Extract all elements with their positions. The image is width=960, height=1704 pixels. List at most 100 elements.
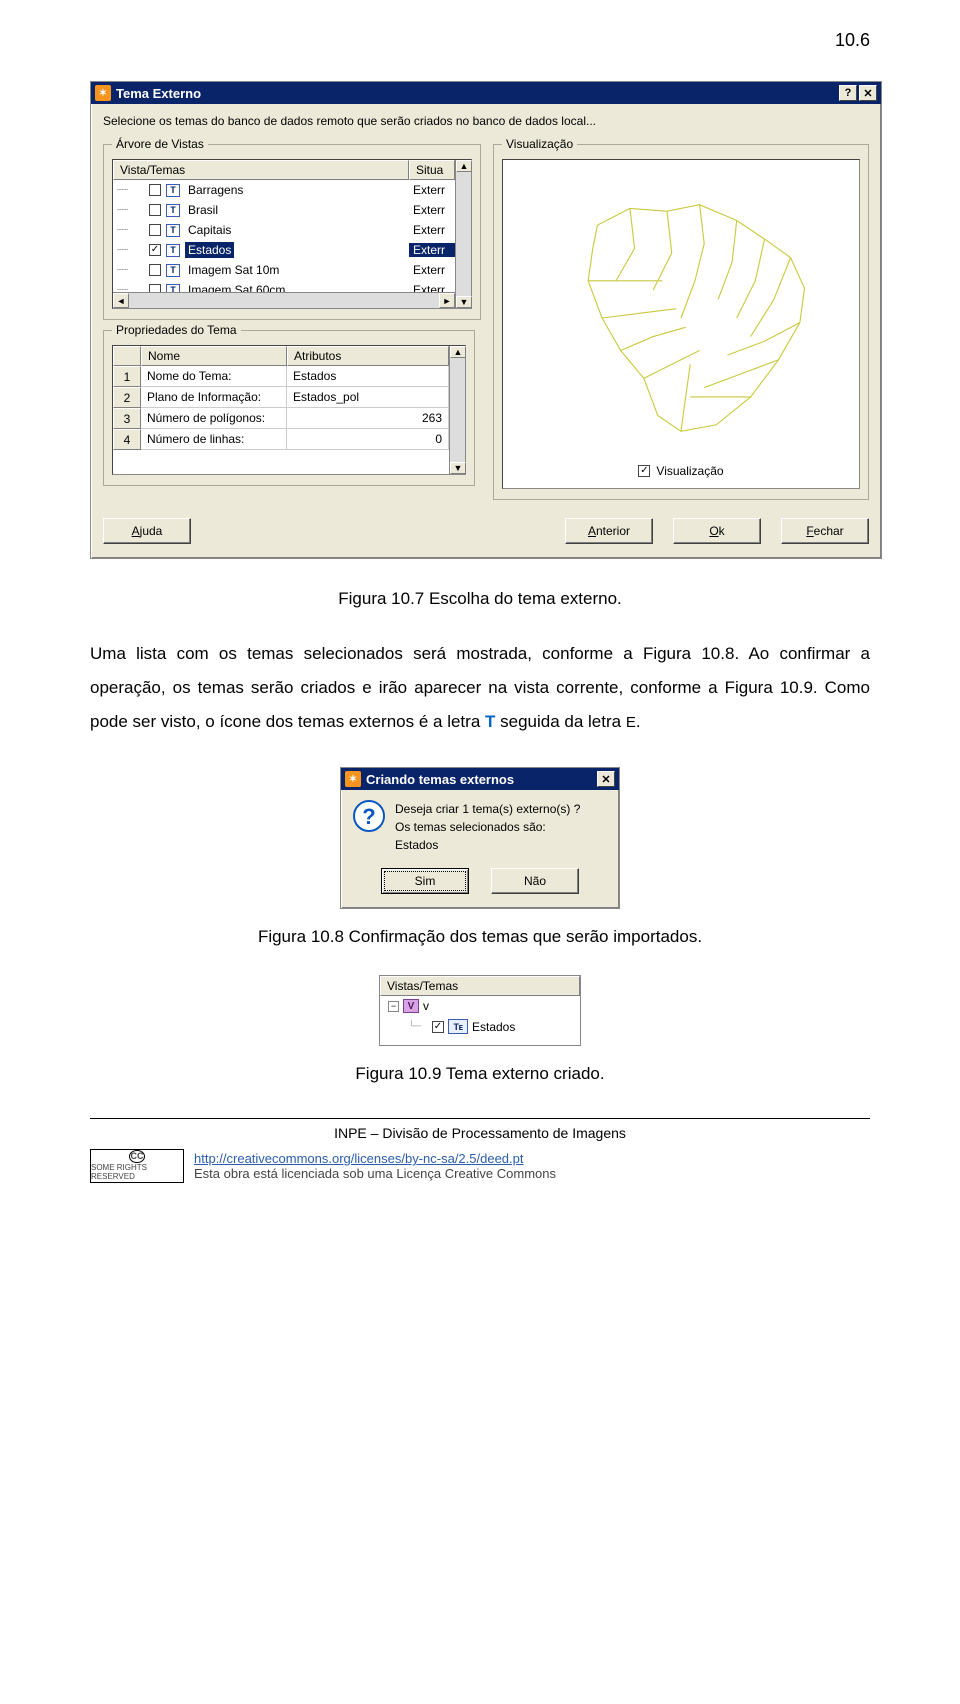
theme-checkbox[interactable] (149, 184, 161, 196)
tree-root-node[interactable]: − V v (380, 996, 580, 1016)
vistas-temas-panel: Vistas/Temas − V v └─ ✓ Tᴇ Estados (379, 975, 581, 1046)
row-header: 3 (113, 408, 141, 429)
theme-checkbox[interactable] (149, 284, 161, 292)
props-table: Nome Atributos 1Nome do Tema:Estados2Pla… (112, 345, 466, 475)
question-icon: ? (353, 800, 385, 832)
tree-row[interactable]: ┈┈ T Brasil Exterr (113, 200, 455, 220)
tree-line-icon: ┈┈ (117, 185, 147, 196)
body-paragraph: Uma lista com os temas selecionados será… (90, 637, 870, 739)
confirm-titlebar: ✶ Criando temas externos ✕ (341, 768, 619, 790)
scroll-down-icon[interactable]: ▼ (456, 296, 472, 308)
viz-checkbox[interactable]: ✓ (638, 465, 650, 477)
tree-row[interactable]: ┈┈TCapitaisExterr (113, 220, 455, 240)
tree-hscrollbar[interactable]: ◄ ► (113, 292, 455, 308)
dialog-titlebar: ✶ Tema Externo ? ✕ (91, 82, 881, 104)
tree-table: Vista/Temas Situa ┈┈TBarragensExterr┈┈TB… (112, 159, 472, 309)
theme-checkbox[interactable]: ✓ (149, 244, 161, 256)
scroll-up-icon[interactable]: ▲ (456, 160, 472, 172)
props-col-name[interactable]: Nome (141, 346, 287, 366)
tree-row[interactable]: ┈┈TImagem Sat 10mExterr (113, 260, 455, 280)
tree-line-icon: ┈┈ (117, 245, 147, 256)
tree-line-icon: ┈┈ (117, 285, 147, 293)
prop-value: Estados_pol (287, 387, 449, 408)
prop-name: Nome do Tema: (141, 366, 287, 387)
tree-item-status: Exterr (409, 223, 455, 237)
row-header: 1 (113, 366, 141, 387)
dialog-instruction: Selecione os temas do banco de dados rem… (103, 114, 869, 128)
tree-item-label: Brasil (185, 202, 221, 218)
cc-link[interactable]: http://creativecommons.org/licenses/by-n… (194, 1151, 556, 1166)
tree-item-status: Exterr (409, 243, 455, 257)
scroll-left-icon[interactable]: ◄ (113, 293, 129, 308)
tree-legend: Árvore de Vistas (112, 137, 208, 151)
vscroll-track[interactable] (456, 172, 471, 296)
tree-row[interactable]: ┈┈TBarragensExterr (113, 180, 455, 200)
tree-col-situa[interactable]: Situa (409, 160, 455, 180)
props-row: 2Plano de Informação:Estados_pol (113, 387, 449, 408)
theme-checkbox[interactable] (149, 204, 161, 216)
close-icon[interactable]: ✕ (597, 771, 615, 787)
external-theme-dialog: ✶ Tema Externo ? ✕ Selecione os temas do… (90, 81, 882, 559)
theme-checkbox[interactable]: ✓ (432, 1021, 444, 1033)
figure-caption-10-8: Figura 10.8 Confirmação dos temas que se… (90, 927, 870, 947)
tree-row[interactable]: ┈┈TImagem Sat 60cmExterr (113, 280, 455, 292)
close-button[interactable]: Fechar (781, 518, 869, 544)
app-icon: ✶ (95, 85, 111, 101)
previous-button[interactable]: Anterior (565, 518, 653, 544)
ok-button[interactable]: Ok (673, 518, 761, 544)
tree-child-node[interactable]: └─ ✓ Tᴇ Estados (380, 1016, 580, 1037)
tree-item-status: Exterr (409, 183, 455, 197)
theme-badge-icon: T (166, 284, 180, 293)
props-vscrollbar[interactable]: ▲ ▼ (449, 346, 465, 474)
theme-checkbox[interactable] (149, 264, 161, 276)
vistas-header: Vistas/Temas (380, 976, 580, 996)
theme-checkbox[interactable] (149, 224, 161, 236)
scroll-up-icon[interactable]: ▲ (450, 346, 466, 358)
props-col-corner (113, 346, 141, 366)
props-col-attr[interactable]: Atributos (287, 346, 449, 366)
tree-row[interactable]: ┈┈✓ T Estados Exterr (113, 240, 455, 260)
viz-canvas: ✓ Visualização (502, 159, 860, 489)
props-row: 3Número de polígonos:263 (113, 408, 449, 429)
close-icon[interactable]: ✕ (859, 85, 877, 101)
tree-item-status: Exterr (409, 203, 455, 217)
theme-badge-icon: T (166, 204, 180, 217)
tree-item-label: Estados (185, 242, 234, 258)
help-button[interactable]: ? (839, 85, 857, 101)
props-row: 1Nome do Tema:Estados (113, 366, 449, 387)
expander-icon[interactable]: − (388, 1001, 399, 1012)
tree-item-label: Capitais (185, 222, 234, 238)
view-badge-icon: V (403, 999, 419, 1013)
tree-vscrollbar[interactable]: ▲ ▼ (455, 160, 471, 308)
viz-checkbox-label: Visualização (656, 464, 723, 478)
yes-button[interactable]: Sim (381, 868, 469, 894)
confirm-dialog: ✶ Criando temas externos ✕ ? Deseja cria… (340, 767, 620, 909)
tree-groupbox: Árvore de Vistas Vista/Temas Situa ┈┈TBa… (103, 144, 481, 320)
page-footer: INPE – Divisão de Processamento de Image… (90, 1118, 870, 1183)
tree-col-vista[interactable]: Vista/Temas (113, 160, 409, 180)
cc-badge-icon: CC SOME RIGHTS RESERVED (90, 1149, 184, 1183)
prop-name: Número de linhas: (141, 429, 287, 450)
no-button[interactable]: Não (491, 868, 579, 894)
letter-e: E (626, 714, 636, 731)
confirm-title: Criando temas externos (366, 772, 595, 787)
tree-item-status: Exterr (409, 263, 455, 277)
vscroll-track[interactable] (450, 358, 465, 462)
tree-item-label: Imagem Sat 10m (185, 262, 282, 278)
prop-value: Estados (287, 366, 449, 387)
page-number: 10.6 (90, 30, 870, 51)
row-header: 4 (113, 429, 141, 450)
theme-badge-icon: T (166, 224, 180, 237)
scroll-track[interactable] (129, 293, 439, 308)
theme-badge-icon: T (166, 244, 180, 257)
scroll-right-icon[interactable]: ► (439, 293, 455, 308)
tree-item-label: Barragens (185, 182, 246, 198)
tree-line-icon: ┈┈ (117, 205, 147, 216)
theme-badge-icon: T (166, 264, 180, 277)
help-button[interactable]: Ajuda (103, 518, 191, 544)
scroll-down-icon[interactable]: ▼ (450, 462, 466, 474)
prop-value: 263 (287, 408, 449, 429)
brazil-map-icon (531, 188, 831, 448)
viz-legend: Visualização (502, 137, 577, 151)
props-legend: Propriedades do Tema (112, 323, 241, 337)
